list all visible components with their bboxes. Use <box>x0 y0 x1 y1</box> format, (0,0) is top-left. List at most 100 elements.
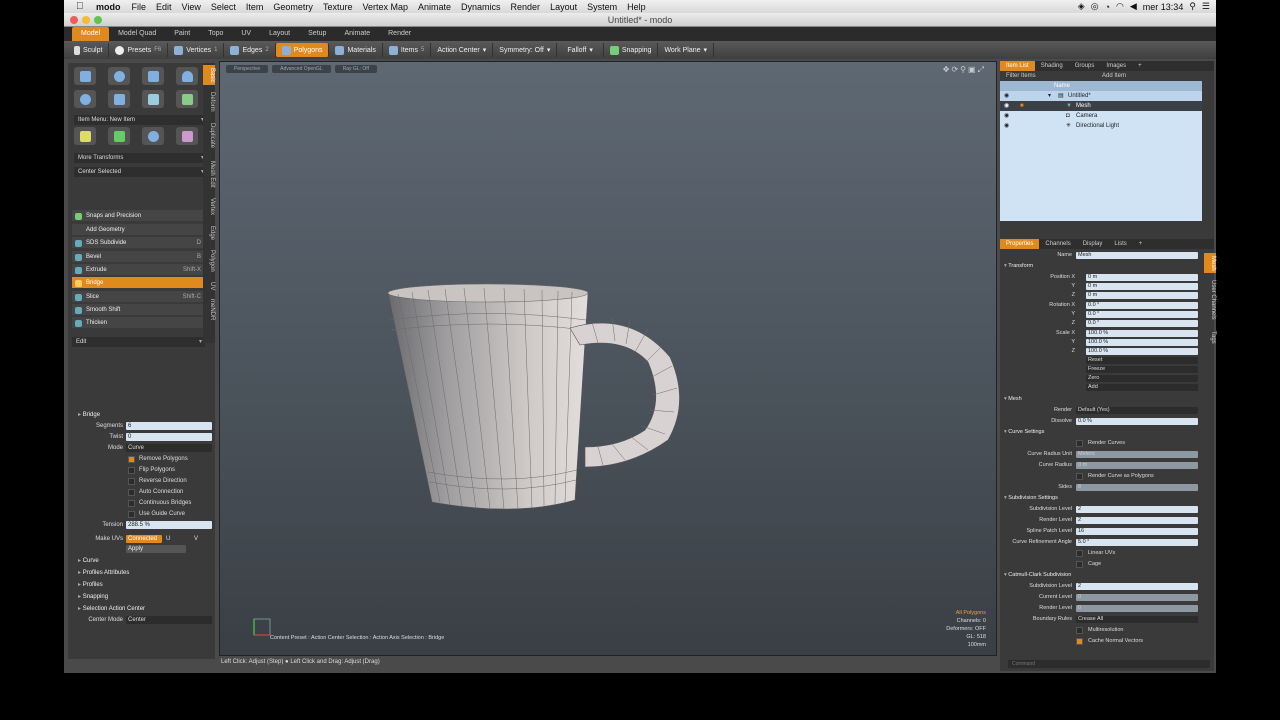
multiresolution-checkbox[interactable] <box>1076 627 1083 634</box>
make-uvs-u-toggle[interactable]: U <box>166 534 170 544</box>
tab-topo[interactable]: Topo <box>199 27 232 41</box>
add-dropdown[interactable]: Add <box>1086 384 1198 391</box>
plane-tool-button[interactable] <box>142 90 164 108</box>
cc-subdivision-level-field[interactable]: 2 <box>1076 583 1198 590</box>
vtab-mesh-edit[interactable]: Mesh Edit <box>203 157 215 191</box>
vtab-tags[interactable]: Tags <box>1204 327 1216 347</box>
reverse-direction-checkbox[interactable] <box>128 478 135 485</box>
zero-dropdown[interactable]: Zero <box>1086 375 1198 382</box>
search-icon[interactable]: ⚲ <box>1189 1 1196 12</box>
tool-smooth-shift[interactable]: Smooth Shift <box>72 304 205 316</box>
cage-checkbox[interactable] <box>1076 561 1083 568</box>
menu-geometry[interactable]: Geometry <box>273 2 313 12</box>
dissolve-field[interactable]: 0.0 % <box>1076 418 1198 425</box>
make-uvs-v-toggle[interactable]: V <box>194 534 198 544</box>
menu-system[interactable]: System <box>587 2 617 12</box>
scale-y-field[interactable]: 100.0 % <box>1086 339 1198 346</box>
menu-file[interactable]: File <box>132 2 147 12</box>
clock[interactable]: mer 13:34 <box>1143 2 1184 12</box>
time-machine-icon[interactable]: ◔ <box>1105 2 1110 12</box>
mesh-section[interactable]: Mesh <box>1000 395 1200 404</box>
render-curve-polygons-checkbox[interactable] <box>1076 473 1083 480</box>
catmull-clark-section[interactable]: Catmull-Clark Subdivision <box>1000 571 1200 580</box>
reset-dropdown[interactable]: Reset <box>1086 357 1198 364</box>
curve-section[interactable]: Curve <box>68 556 215 566</box>
tab-uv[interactable]: UV <box>232 27 260 41</box>
close-window-icon[interactable] <box>70 16 78 24</box>
segments-field[interactable]: 6 <box>126 422 212 430</box>
tension-field[interactable]: 288.5 % <box>126 521 212 529</box>
vertices-button[interactable]: Vertices 1 <box>168 43 225 57</box>
menu-vertex-map[interactable]: Vertex Map <box>362 2 408 12</box>
eye-icon[interactable]: ◉ <box>1004 101 1009 111</box>
eye-icon[interactable]: ◉ <box>1004 121 1009 131</box>
sync-icon[interactable]: ◎ <box>1091 1 1099 12</box>
snaps-precision-button[interactable]: Snaps and Precision <box>72 210 205 222</box>
tool-sds-subdivide[interactable]: SDS Subdivide D <box>72 237 205 249</box>
snapping-section[interactable]: Snapping <box>68 592 215 602</box>
tab-animate[interactable]: Animate <box>335 27 379 41</box>
render-level-field[interactable]: 2 <box>1076 517 1198 524</box>
tree-item-mesh[interactable]: ◉ ■ ▼ Mesh <box>1000 101 1202 111</box>
linear-uvs-checkbox[interactable] <box>1076 550 1083 557</box>
materials-button[interactable]: Materials <box>329 43 383 57</box>
menu-dynamics[interactable]: Dynamics <box>461 2 501 12</box>
vtab-mesh[interactable]: Mesh <box>1204 253 1216 273</box>
center-mode-dropdown[interactable]: Center <box>126 616 212 624</box>
tool-thicken[interactable]: Thicken <box>72 317 205 329</box>
more-transforms-dropdown[interactable]: More Transforms <box>74 153 207 163</box>
menu-animate[interactable]: Animate <box>418 2 451 12</box>
minimize-window-icon[interactable] <box>82 16 90 24</box>
freeze-dropdown[interactable]: Freeze <box>1086 366 1198 373</box>
auto-connection-checkbox[interactable] <box>128 489 135 496</box>
flip-polygons-checkbox[interactable] <box>128 467 135 474</box>
spline-patch-field[interactable]: 16 <box>1076 528 1198 535</box>
menu-select[interactable]: Select <box>211 2 236 12</box>
filter-items-dropdown[interactable]: Filter Items <box>1000 71 1096 81</box>
transform-tool-button[interactable] <box>176 127 198 145</box>
menu-item[interactable]: Item <box>246 2 264 12</box>
item-menu-dropdown[interactable]: Item Menu: New Item <box>74 115 207 125</box>
tab-paint[interactable]: Paint <box>165 27 199 41</box>
expand-icon[interactable]: ▾ <box>1048 91 1051 101</box>
scale-z-field[interactable]: 100.0 % <box>1086 348 1198 355</box>
tab-shading[interactable]: Shading <box>1035 61 1069 71</box>
use-guide-curve-checkbox[interactable] <box>128 511 135 518</box>
menu-view[interactable]: View <box>182 2 201 12</box>
apple-icon[interactable]:  <box>76 1 86 12</box>
lock-icon[interactable]: ■ <box>1020 101 1024 111</box>
current-level-field[interactable]: 0 <box>1076 594 1198 601</box>
sides-field[interactable]: 8 <box>1076 484 1198 491</box>
rotate-tool-button[interactable] <box>108 127 130 145</box>
tree-item-camera[interactable]: ◉ ◘ Camera <box>1000 111 1202 121</box>
curve-radius-unit-dropdown[interactable]: Meters <box>1076 451 1198 458</box>
tool-extrude[interactable]: Extrude Shift-X <box>72 264 205 276</box>
rotation-y-field[interactable]: 0.0 ° <box>1086 311 1198 318</box>
transform-section[interactable]: Transform <box>1000 262 1200 271</box>
mug-mesh[interactable] <box>220 62 997 656</box>
vtab-basic[interactable]: Basic <box>203 65 215 85</box>
vtab-polygon[interactable]: Polygon <box>203 247 215 275</box>
tab-item-list[interactable]: Item List <box>1000 61 1035 71</box>
vtab-deform[interactable]: Deform <box>203 89 215 115</box>
menu-edit[interactable]: Edit <box>156 2 172 12</box>
add-tab-button[interactable]: + <box>1132 61 1148 71</box>
curve-settings-section[interactable]: Curve Settings <box>1000 428 1200 437</box>
vtab-user-channels[interactable]: User Channels <box>1204 277 1216 323</box>
tab-model[interactable]: Model <box>72 27 110 41</box>
continuous-bridges-checkbox[interactable] <box>128 500 135 507</box>
sculpt-button[interactable]: Sculpt <box>68 43 110 57</box>
position-z-field[interactable]: 0 m <box>1086 292 1198 299</box>
add-item-dropdown[interactable]: Add Item <box>1096 71 1132 81</box>
zoom-window-icon[interactable] <box>94 16 102 24</box>
3d-viewport[interactable]: Perspective Advanced OpenGL Ray GL: Off … <box>219 61 997 656</box>
cone-tool-button[interactable] <box>176 67 198 85</box>
vtab-vertex[interactable]: Vertex <box>203 195 215 219</box>
tree-item-light[interactable]: ◉ ✳ Directional Light <box>1000 121 1202 131</box>
pen-tool-button[interactable] <box>108 90 130 108</box>
remove-polygons-checkbox[interactable] <box>128 456 135 463</box>
eye-icon[interactable]: ◉ <box>1004 111 1009 121</box>
polygons-button[interactable]: Polygons <box>275 43 330 57</box>
cache-normals-checkbox[interactable] <box>1076 638 1083 645</box>
tab-model-quad[interactable]: Model Quad <box>109 27 165 41</box>
